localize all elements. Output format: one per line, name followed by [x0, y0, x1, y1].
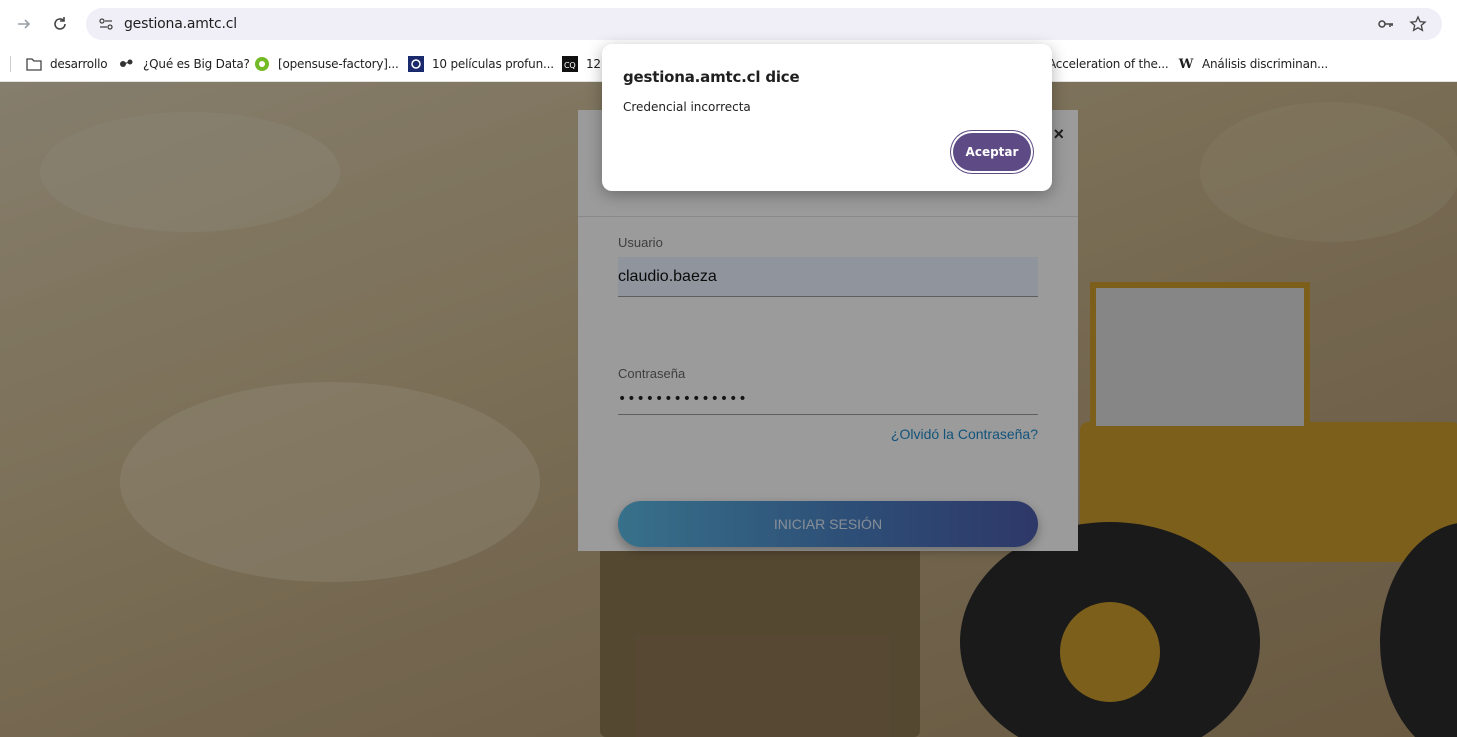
wikipedia-icon: W	[1178, 56, 1194, 72]
cq-icon: CQ	[562, 56, 578, 72]
bookmark-label: [opensuse-factory]...	[278, 57, 399, 71]
accept-button[interactable]: Aceptar	[953, 133, 1031, 171]
opensuse-icon	[254, 56, 270, 72]
bookmark-label: desarrollo	[50, 57, 108, 71]
bookmark-desarrollo[interactable]: desarrollo	[26, 54, 108, 74]
password-label: Contraseña	[618, 366, 686, 381]
key-icon[interactable]	[1374, 12, 1398, 36]
browser-toolbar: gestiona.amtc.cl	[0, 0, 1457, 46]
forgot-password-link[interactable]: ¿Olvidó la Contraseña?	[891, 426, 1038, 442]
dialog-message: Credencial incorrecta	[623, 100, 751, 114]
reload-icon[interactable]	[46, 10, 74, 38]
forward-icon[interactable]	[10, 10, 38, 38]
address-bar[interactable]: gestiona.amtc.cl	[86, 8, 1442, 40]
bookmark-big-data[interactable]: ¿Qué es Big Data?	[119, 54, 250, 74]
username-input[interactable]	[618, 257, 1038, 297]
bookmarks-separator	[10, 56, 11, 72]
film-site-icon	[408, 56, 424, 72]
card-divider	[578, 216, 1078, 217]
bookmark-label: ¿Qué es Big Data?	[143, 57, 250, 71]
bookmark-label: Análisis discriminan...	[1202, 57, 1328, 71]
login-button[interactable]: INICIAR SESIÓN	[618, 501, 1038, 547]
username-label: Usuario	[618, 235, 663, 250]
close-icon[interactable]: ×	[1053, 124, 1064, 145]
url-text[interactable]: gestiona.amtc.cl	[124, 16, 237, 32]
bookmark-star-icon[interactable]	[1406, 12, 1430, 36]
bookmark-acceleration[interactable]: Acceleration of the...	[1048, 54, 1169, 74]
password-input[interactable]	[618, 383, 1038, 415]
alert-dialog: gestiona.amtc.cl dice Credencial incorre…	[602, 44, 1052, 191]
svg-text:CQ: CQ	[564, 61, 575, 70]
bookmark-opensuse[interactable]: [opensuse-factory]...	[254, 54, 399, 74]
folder-icon	[26, 56, 42, 72]
site-info-icon[interactable]	[94, 12, 118, 36]
bookmark-label: 10 películas profun...	[432, 57, 554, 71]
bookmark-label: Acceleration of the...	[1048, 57, 1169, 71]
bigdata-site-icon	[119, 56, 135, 72]
bookmark-peliculas[interactable]: 10 películas profun...	[408, 54, 554, 74]
bookmark-analisis[interactable]: W Análisis discriminan...	[1178, 54, 1328, 74]
dialog-title: gestiona.amtc.cl dice	[623, 68, 800, 86]
